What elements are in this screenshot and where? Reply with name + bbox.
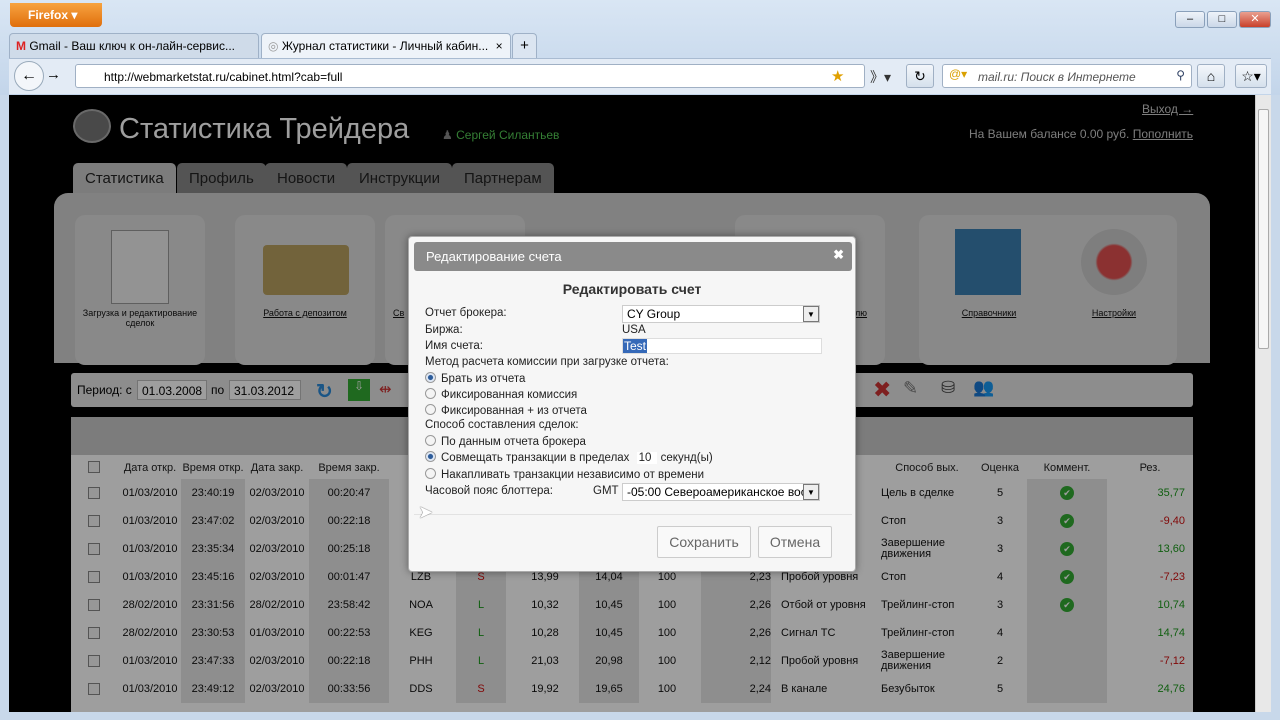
timezone-label: Часовой пояс блоттера:: [425, 485, 553, 497]
back-button[interactable]: ←: [14, 61, 44, 91]
edit-account-dialog: Редактирование счета ✖ Редактировать счет…: [408, 236, 856, 572]
dialog-heading: Редактировать счет: [562, 281, 702, 297]
close-window-button[interactable]: ✕: [1239, 11, 1271, 28]
seconds-input[interactable]: 10: [636, 452, 657, 464]
save-button[interactable]: Сохранить: [657, 526, 751, 558]
divider: [414, 514, 852, 515]
url-bar[interactable]: http://webmarketstat.ru/cabinet.html?cab…: [75, 64, 865, 88]
timezone-select[interactable]: -05:00 Североамериканское вос ▼: [622, 483, 820, 501]
seconds-suffix: секунд(ы): [660, 452, 713, 464]
account-name-input[interactable]: Test: [622, 338, 822, 354]
account-name-label: Имя счета:: [425, 340, 483, 352]
exchange-value: USA: [622, 324, 646, 336]
mouse-cursor-icon: ➤: [418, 502, 434, 522]
radio-icon: [425, 451, 436, 462]
forward-button[interactable]: →: [46, 66, 61, 83]
firefox-menu-button[interactable]: Firefox ▾: [10, 3, 102, 27]
tab-journal[interactable]: ◎ Журнал статистики - Личный кабин... ×: [261, 33, 511, 58]
radio-commission-report[interactable]: Брать из отчета: [425, 372, 525, 385]
radio-icon: [425, 372, 436, 383]
close-tab-icon[interactable]: ×: [496, 39, 503, 53]
bookmarks-button[interactable]: ☆▾: [1235, 64, 1267, 88]
minimize-button[interactable]: –: [1175, 11, 1205, 28]
timezone-value: -05:00 Североамериканское вос: [627, 485, 807, 499]
dialog-title: Редактирование счета: [426, 249, 562, 264]
commission-label: Метод расчета комиссии при загрузке отче…: [425, 356, 669, 368]
home-button[interactable]: ⌂: [1197, 64, 1225, 88]
cancel-button[interactable]: Отмена: [758, 526, 832, 558]
close-dialog-icon[interactable]: ✖: [833, 247, 844, 263]
broker-select[interactable]: CY Group ▼: [622, 305, 820, 323]
chevron-down-icon: ▼: [803, 484, 819, 500]
broker-label: Отчет брокера:: [425, 307, 507, 319]
maximize-button[interactable]: □: [1207, 11, 1237, 28]
search-input[interactable]: mail.ru: Поиск в Интернете @▾ ⚲: [942, 64, 1192, 88]
dialog-titlebar: Редактирование счета ✖: [414, 242, 852, 271]
scrollbar-thumb[interactable]: [1258, 109, 1269, 349]
bookmark-star-icon[interactable]: ★: [831, 67, 844, 85]
exchange-label: Биржа:: [425, 324, 463, 336]
timezone-prefix: GMT: [593, 485, 619, 497]
tab-gmail[interactable]: M Gmail - Ваш ключ к он-лайн-сервис...: [9, 33, 259, 58]
radio-commission-fixed[interactable]: Фиксированная комиссия: [425, 388, 577, 401]
radio-deals-accumulate[interactable]: Накапливать транзакции независимо от вре…: [425, 468, 704, 481]
radio-deals-combine[interactable]: Совмещать транзакции в пределах 10 секунд…: [425, 451, 713, 464]
radio-icon: [425, 388, 436, 399]
globe-icon: ◎: [268, 39, 279, 53]
new-tab-button[interactable]: +: [512, 33, 537, 58]
search-icon[interactable]: ⚲: [1176, 68, 1185, 82]
radio-icon: [425, 468, 436, 479]
deals-method-label: Способ составления сделок:: [425, 419, 579, 431]
gmail-icon: M: [16, 39, 26, 53]
radio-deals-broker[interactable]: По данным отчета брокера: [425, 435, 586, 448]
reload-button[interactable]: ↻: [906, 64, 934, 88]
radio-icon: [425, 404, 436, 415]
radio-commission-fixed-plus[interactable]: Фиксированная + из отчета: [425, 404, 587, 417]
addon-icon[interactable]: 》▾: [870, 67, 891, 87]
radio-icon: [425, 435, 436, 446]
mailru-icon: @▾: [949, 67, 968, 81]
browser-chrome: Firefox ▾ – □ ✕ M Gmail - Ваш ключ к он-…: [0, 0, 1280, 95]
broker-value: CY Group: [627, 307, 681, 321]
chevron-down-icon: ▼: [803, 306, 819, 322]
account-name-value: Test: [623, 339, 648, 353]
page-scrollbar[interactable]: [1255, 95, 1271, 712]
